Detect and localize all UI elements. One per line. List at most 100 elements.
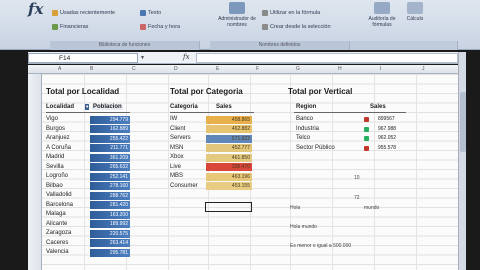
categoria-sales-value[interactable]: 463.196 <box>206 172 252 181</box>
poblacion-value[interactable]: 252.141 <box>90 172 130 181</box>
categoria-sales-value[interactable]: 458.865 <box>206 115 252 124</box>
poblacion-value[interactable]: 163.200 <box>90 210 130 219</box>
column-header-c[interactable]: C <box>132 66 136 72</box>
column-header-f[interactable]: F <box>256 66 259 72</box>
use-in-formula-button[interactable]: Utilizar en la fórmula <box>262 10 320 16</box>
categoria-sales-value[interactable]: 453.155 <box>206 182 252 190</box>
fx-icon[interactable]: fx <box>183 53 190 61</box>
poblacion-value[interactable]: 263.414 <box>90 239 130 247</box>
localidad-header[interactable]: Localidad <box>46 104 74 110</box>
localidad-name[interactable]: Malaga <box>46 210 66 219</box>
categoria-name[interactable]: Servers <box>170 134 191 143</box>
categoria-sales-value[interactable]: 571.622 <box>206 134 252 143</box>
poblacion-value[interactable]: 361.209 <box>90 153 130 162</box>
poblacion-value[interactable]: 294.779 <box>90 115 130 124</box>
column-header-i[interactable]: I <box>380 66 381 72</box>
filter-dropdown-icon[interactable]: ▾ <box>85 104 90 110</box>
localidad-name[interactable]: Caceres <box>46 239 68 248</box>
date-time-functions-button[interactable]: Fecha y hora <box>140 24 180 30</box>
poblacion-value[interactable]: 255.422 <box>90 134 130 143</box>
vertical-sales-value[interactable]: 962.052 <box>378 134 396 143</box>
categoria-sales-value[interactable]: 462.882 <box>206 125 252 133</box>
poblacion-value[interactable]: 278.160 <box>90 182 130 190</box>
poblacion-value[interactable]: 220.575 <box>90 229 130 238</box>
poblacion-value[interactable]: 211.771 <box>90 144 130 152</box>
create-from-selection-button[interactable]: Crear desde la selección <box>262 24 331 30</box>
vertical-sales-value[interactable]: 899567 <box>378 115 395 124</box>
recent-functions-button[interactable]: Usadas recientemente <box>52 10 115 16</box>
calculation-button[interactable]: Cálculo <box>402 2 428 22</box>
localidad-name[interactable]: Aranjuez <box>46 134 70 143</box>
categoria-header[interactable]: Categoria <box>170 104 198 110</box>
column-header-e[interactable]: E <box>216 66 219 72</box>
poblacion-value[interactable]: 189.992 <box>90 220 130 228</box>
categoria-name[interactable]: Client <box>170 125 185 134</box>
localidad-name[interactable]: Sevilla <box>46 163 64 172</box>
menor-cell[interactable]: Es menor o igual a 500.000 <box>290 243 351 249</box>
categoria-name[interactable]: Xbox <box>170 153 184 162</box>
region-name[interactable]: Banco <box>296 115 313 124</box>
categoria-sales-header[interactable]: Sales <box>216 104 232 110</box>
formula-icon <box>262 10 268 16</box>
region-name[interactable]: Telco <box>296 134 310 143</box>
poblacion-value[interactable]: 265.632 <box>90 163 130 171</box>
name-manager-button[interactable]: Administrador de nombres <box>212 2 262 28</box>
poblacion-value[interactable]: 162.889 <box>90 125 130 133</box>
star-icon <box>52 10 58 16</box>
localidad-name[interactable]: Alicante <box>46 220 67 229</box>
column-header-d[interactable]: D <box>174 66 178 72</box>
categoria-sales-value[interactable]: 452.777 <box>206 144 252 152</box>
worksheet[interactable]: A B C D E F G H I J Total por Localidad … <box>28 65 458 270</box>
selected-cell-f14[interactable] <box>205 202 252 212</box>
value-10[interactable]: 10 <box>354 175 360 181</box>
hola-mundo-cell[interactable]: Hola mundo <box>290 224 317 230</box>
value-72[interactable]: 72 <box>354 195 360 201</box>
poblacion-header[interactable]: Poblacion <box>92 104 123 110</box>
poblacion-value[interactable]: 281.420 <box>90 201 130 209</box>
localidad-name[interactable]: A Coruña <box>46 144 71 153</box>
categoria-name[interactable]: Consumer <box>170 182 198 191</box>
poblacion-value[interactable]: 295.781 <box>90 248 130 257</box>
vertical-sales-value[interactable]: 967.988 <box>378 125 396 134</box>
vertical-sales-value[interactable]: 955.578 <box>378 144 396 153</box>
localidad-title: Total por Localidad <box>46 87 120 96</box>
formula-input[interactable] <box>196 53 458 63</box>
categoria-name[interactable]: IW <box>170 115 177 124</box>
localidad-name[interactable]: Valencia <box>46 248 69 257</box>
vertical-scrollbar[interactable] <box>458 52 466 270</box>
column-header-h[interactable]: H <box>338 66 342 72</box>
column-header-b[interactable]: B <box>90 66 93 72</box>
categoria-name[interactable]: MSN <box>170 144 183 153</box>
localidad-name[interactable]: Barcelona <box>46 201 73 210</box>
localidad-name[interactable]: Valladolid <box>46 191 72 200</box>
financial-functions-button[interactable]: Financieras <box>52 24 88 30</box>
categoria-sales-value[interactable]: 396.470 <box>206 163 252 171</box>
region-header[interactable]: Region <box>296 104 316 110</box>
scrollbar-thumb[interactable] <box>460 92 466 152</box>
vertical-sales-header[interactable]: Sales <box>370 104 386 110</box>
formula-auditing-button[interactable]: Auditoría de fórmulas <box>362 2 402 28</box>
column-header-g[interactable]: G <box>296 66 300 72</box>
poblacion-value[interactable]: 288.762 <box>90 191 130 200</box>
mundo-cell[interactable]: mundo <box>364 205 379 211</box>
name-box[interactable]: F14 <box>28 53 138 63</box>
localidad-name[interactable]: Burgos <box>46 125 65 134</box>
insert-function-icon[interactable]: fx <box>28 0 50 22</box>
chevron-down-icon[interactable]: ▼ <box>140 55 145 61</box>
categoria-name[interactable]: Live <box>170 163 181 172</box>
categoria-title: Total por Categoria <box>170 87 243 96</box>
localidad-name[interactable]: Madrid <box>46 153 64 162</box>
region-name[interactable]: Sector Público <box>296 144 335 153</box>
localidad-name[interactable]: Vigo <box>46 115 58 124</box>
text-functions-button[interactable]: Texto <box>140 10 161 16</box>
region-name[interactable]: Industria <box>296 125 319 134</box>
column-header-j[interactable]: J <box>422 66 425 72</box>
localidad-name[interactable]: Bilbao <box>46 182 63 191</box>
grid-line <box>332 74 333 270</box>
localidad-name[interactable]: Zaragoza <box>46 229 71 238</box>
categoria-name[interactable]: MBS <box>170 172 183 181</box>
localidad-name[interactable]: Logroño <box>46 172 68 181</box>
column-header-a[interactable]: A <box>58 66 61 72</box>
hola-cell[interactable]: Hola <box>290 205 300 211</box>
categoria-sales-value[interactable]: 461.850 <box>206 153 252 162</box>
